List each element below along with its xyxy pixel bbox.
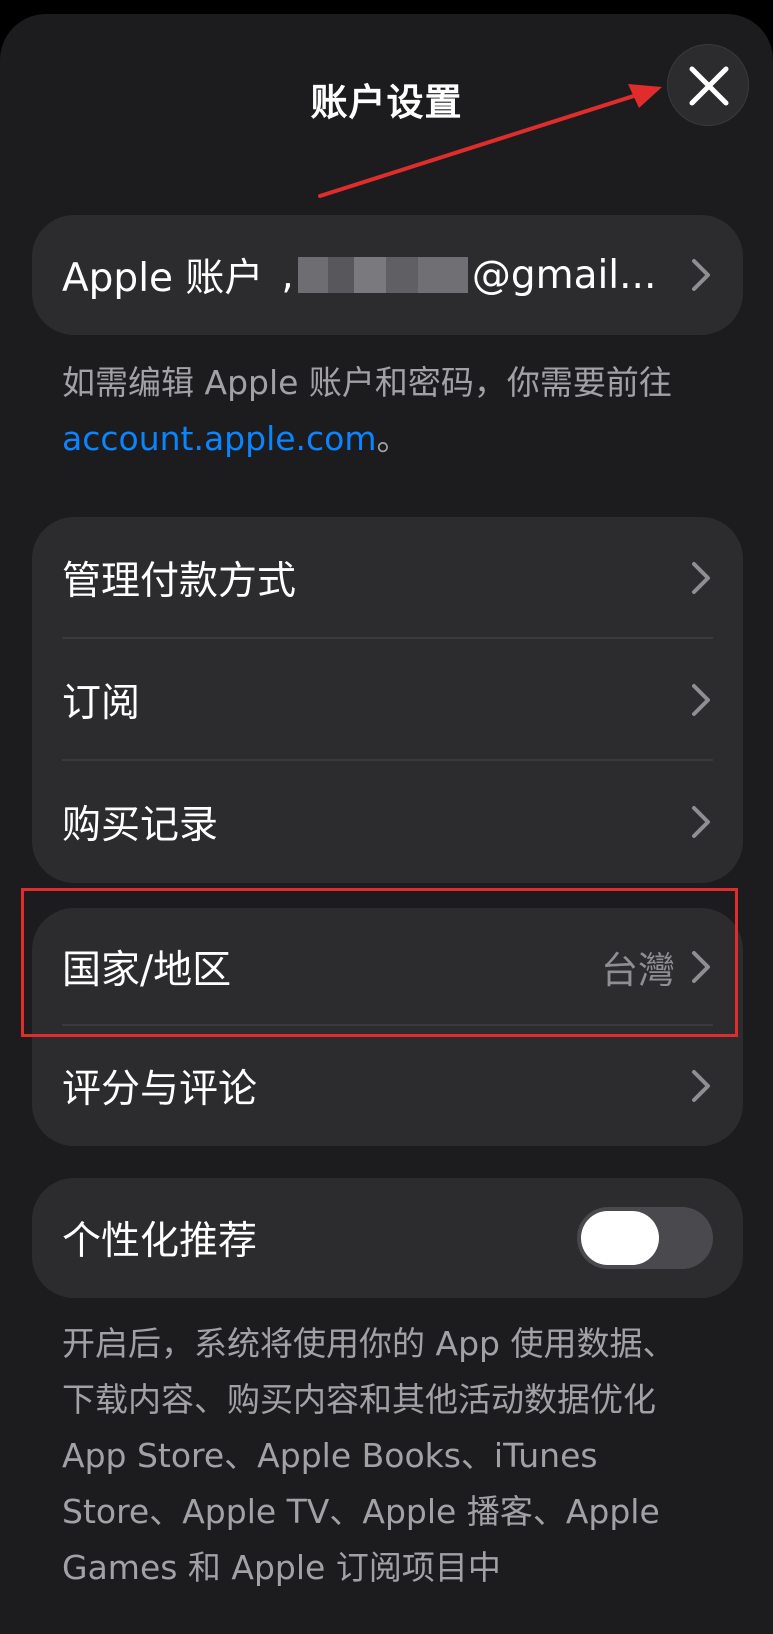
purchase-history-label: 购买记录: [62, 803, 219, 848]
ratings-reviews-label: 评分与评论: [62, 1067, 258, 1112]
personalized-row: 个性化推荐: [32, 1178, 743, 1298]
account-apple-link[interactable]: account.apple.com: [62, 419, 377, 458]
close-button[interactable]: [667, 44, 749, 126]
ratings-reviews-row[interactable]: 评分与评论: [32, 1026, 743, 1146]
apple-account-email: , @gmail...: [281, 253, 656, 298]
account-note: 如需编辑 Apple 账户和密码，你需要前往 account.apple.com…: [62, 355, 722, 467]
personalized-note: 开启后，系统将使用你的 App 使用数据、下载内容、购买内容和其他活动数据优化 …: [62, 1316, 702, 1596]
toggle-knob: [581, 1211, 659, 1265]
redacted-email-block: [297, 257, 468, 293]
account-note-end: 。: [376, 419, 410, 458]
chevron-right-icon: [692, 1070, 710, 1102]
country-region-value: 台灣: [601, 949, 675, 992]
chevron-right-icon: [692, 806, 710, 838]
chevron-right-icon: [692, 259, 710, 291]
email-prefix: ,: [281, 252, 294, 298]
subscriptions-row[interactable]: 订阅: [32, 639, 743, 761]
purchase-history-row[interactable]: 购买记录: [32, 761, 743, 883]
country-region-label: 国家/地区: [62, 948, 232, 993]
chevron-right-icon: [692, 951, 710, 983]
email-suffix: @gmail...: [471, 252, 657, 298]
region-card: 国家/地区 台灣 评分与评论: [32, 908, 743, 1146]
manage-payment-row[interactable]: 管理付款方式: [32, 517, 743, 639]
close-icon: [689, 66, 729, 106]
account-settings-sheet: 账户设置 Apple 账户 , @gmail... 如需编辑 Apple 账户和…: [0, 14, 773, 1634]
personalized-toggle[interactable]: [577, 1207, 713, 1269]
personalized-card: 个性化推荐: [32, 1178, 743, 1298]
apple-account-card: Apple 账户 , @gmail...: [32, 215, 743, 335]
manage-payment-label: 管理付款方式: [62, 559, 297, 604]
subscriptions-label: 订阅: [62, 681, 141, 726]
account-note-text: 如需编辑 Apple 账户和密码，你需要前往: [62, 363, 672, 402]
country-region-row[interactable]: 国家/地区 台灣: [32, 908, 743, 1026]
chevron-right-icon: [692, 684, 710, 716]
apple-account-label: Apple 账户: [62, 256, 264, 301]
purchases-card: 管理付款方式 订阅 购买记录: [32, 517, 743, 883]
apple-account-row[interactable]: Apple 账户 , @gmail...: [32, 215, 743, 335]
personalized-label: 个性化推荐: [62, 1219, 258, 1264]
personalized-note-text: 开启后，系统将使用你的 App 使用数据、下载内容、购买内容和其他活动数据优化 …: [62, 1324, 676, 1587]
chevron-right-icon: [692, 562, 710, 594]
page-title: 账户设置: [310, 81, 463, 124]
